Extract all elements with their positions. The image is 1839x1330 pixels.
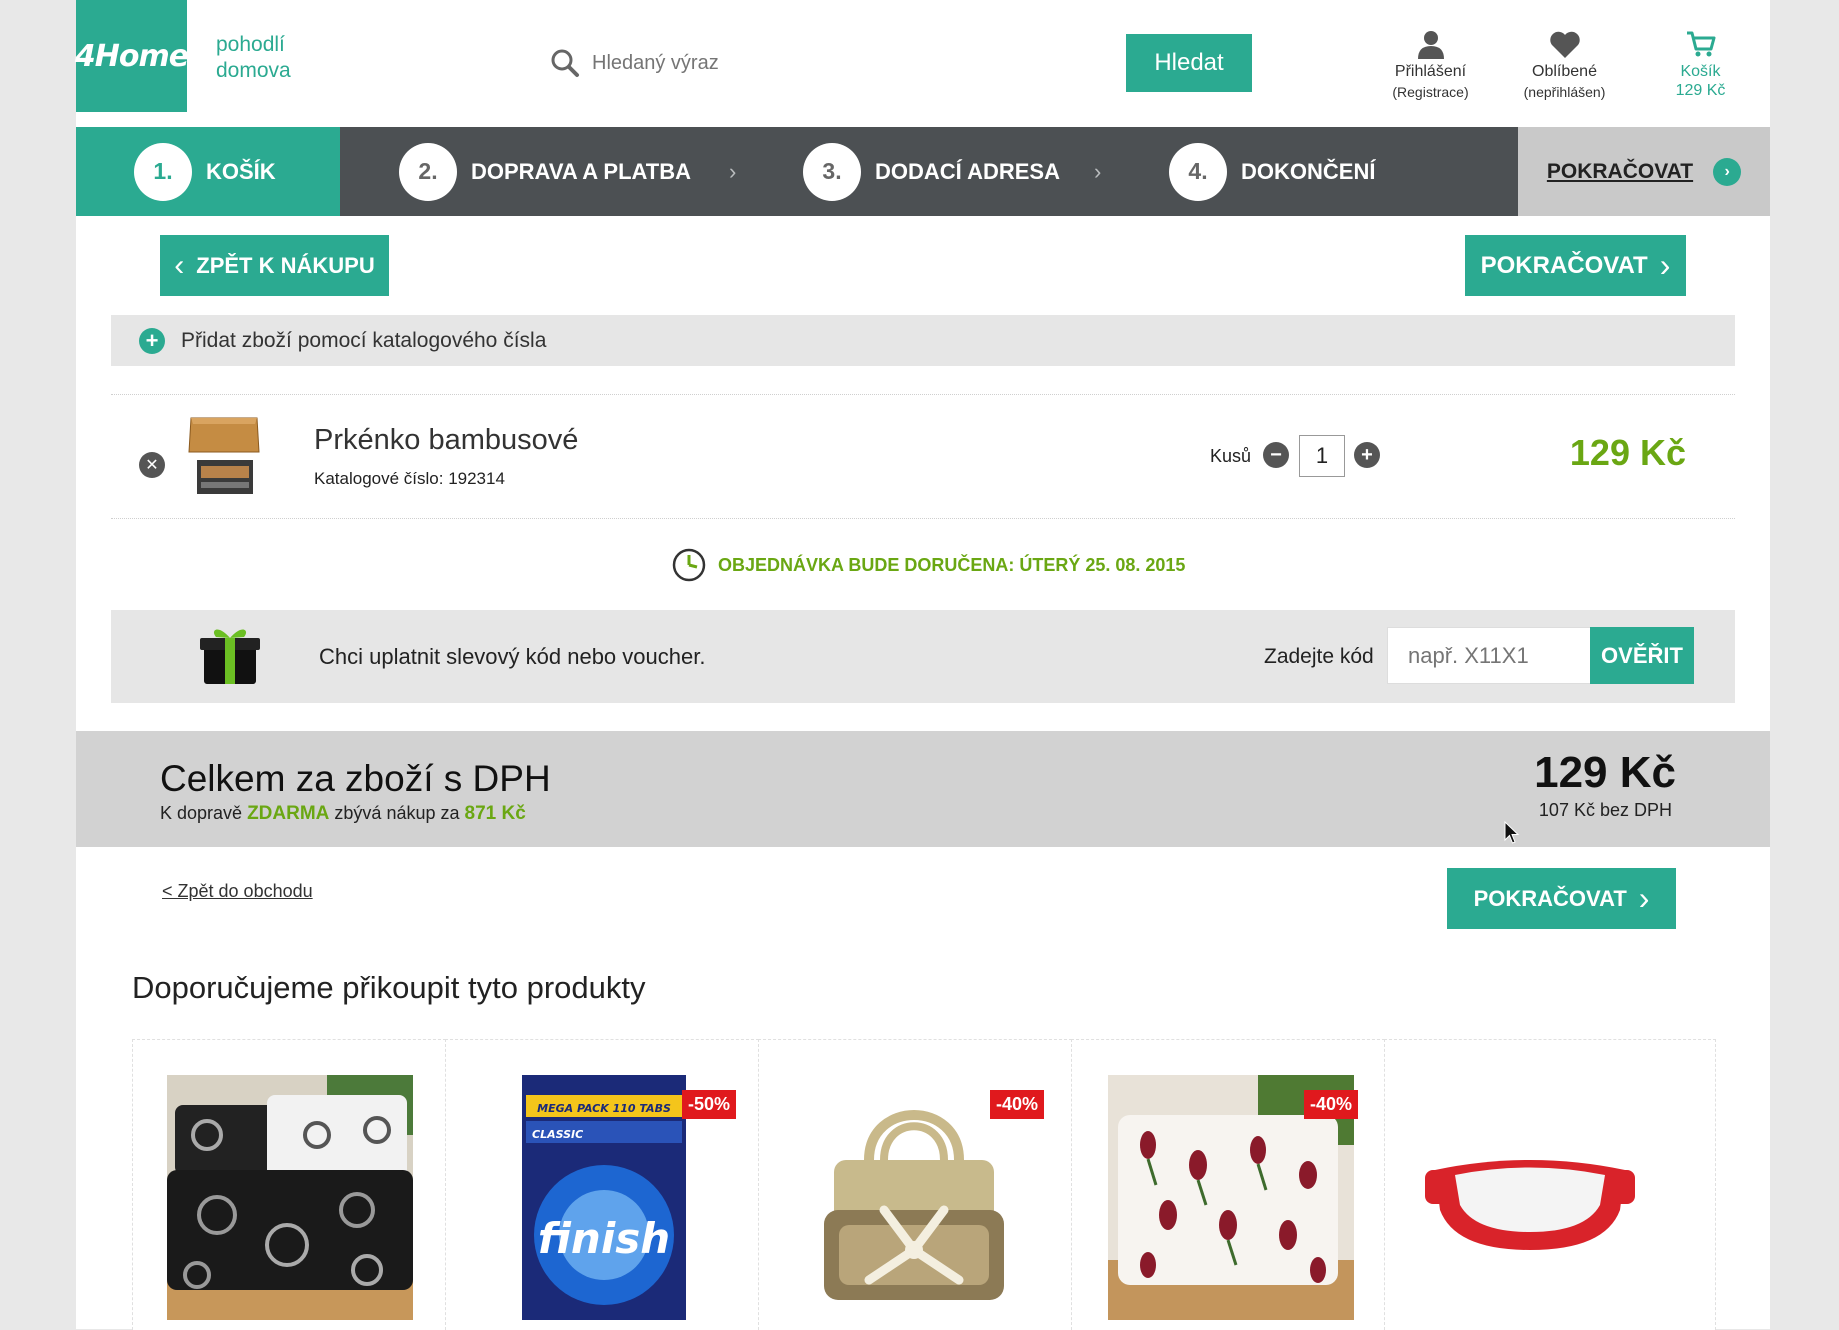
checkout-steps: 1. KOŠÍK 2. DOPRAVA A PLATBA › 3. DODACÍ… — [76, 127, 1770, 216]
pack-text: MEGA PACK 110 TABS — [537, 1102, 671, 1115]
step-label: DOKONČENÍ — [1241, 158, 1376, 184]
search-button[interactable]: Hledat — [1126, 34, 1252, 92]
cart-total: 129 Kč — [1675, 82, 1726, 99]
gift-icon — [200, 624, 260, 691]
step-number: 4. — [1169, 142, 1227, 201]
free-shipping-info: K dopravě ZDARMA zbývá nákup za 871 Kč — [160, 803, 526, 825]
chevron-right-icon: › — [729, 158, 737, 184]
shipping-remaining: 871 Kč — [464, 803, 526, 824]
cosmetic-bag-set-image — [814, 1080, 1014, 1320]
steps-continue-button[interactable]: POKRAČOVAT › — [1518, 127, 1770, 216]
login-box[interactable]: Přihlášení (Registrace) — [1364, 15, 1497, 112]
total-amount: 129 Kč — [1534, 748, 1676, 797]
add-by-catalog-bar[interactable]: + Přidat zboží pomocí katalogového čísla — [111, 315, 1735, 366]
shipping-middle: zbývá nákup za — [334, 803, 460, 823]
tagline: pohodlí domova — [216, 32, 291, 84]
login-label: Přihlášení — [1394, 63, 1467, 80]
favorites-status: (nepřihlášen) — [1523, 84, 1606, 100]
product-card[interactable]: -40% — [758, 1039, 1072, 1330]
cart-icon — [1686, 31, 1715, 57]
discount-badge: -50% — [682, 1090, 737, 1119]
chevron-right-icon: › — [1659, 247, 1671, 283]
delivery-date-text: OBJEDNÁVKA BUDE DORUČENA: ÚTERÝ 25. 08. … — [718, 554, 1186, 575]
product-thumbnail-bamboo-board[interactable] — [187, 412, 263, 500]
quantity-increase-button[interactable]: + — [1354, 442, 1380, 468]
step-number: 1. — [134, 142, 192, 201]
back-to-shopping-button[interactable]: ‹ ZPĚT K NÁKUPU — [160, 235, 389, 296]
step-cart[interactable]: 1. KOŠÍK — [134, 127, 276, 216]
step-label: DOPRAVA A PLATBA — [471, 158, 691, 184]
voucher-code-input[interactable] — [1406, 641, 1580, 670]
step-number: 3. — [803, 142, 861, 201]
continue-button-top[interactable]: POKRAČOVAT › — [1465, 235, 1686, 296]
step-label: KOŠÍK — [206, 158, 276, 184]
voucher-code-label: Zadejte kód — [1264, 645, 1374, 668]
logo-text: 4Home — [74, 38, 189, 74]
voucher-code-field[interactable] — [1387, 627, 1591, 684]
remove-item-icon[interactable]: ✕ — [139, 452, 165, 478]
continue-label: POKRAČOVAT — [1480, 251, 1648, 279]
shipping-prefix: K dopravě — [160, 803, 243, 823]
divider — [111, 518, 1735, 519]
step-delivery-address[interactable]: 3. DODACÍ ADRESA — [803, 127, 1060, 216]
product-card[interactable] — [132, 1039, 446, 1330]
continue-label: POKRAČOVAT — [1473, 885, 1627, 911]
quantity-label: Kusů — [1210, 446, 1252, 466]
voucher-text: Chci uplatnit slevový kód nebo voucher. — [319, 644, 706, 669]
cart-item-price: 129 Kč — [1569, 432, 1686, 473]
recommend-title: Doporučujeme přikoupit tyto produkty — [132, 970, 646, 1005]
baking-dish-image — [1425, 1160, 1635, 1250]
product-card[interactable] — [1384, 1039, 1716, 1330]
step-number: 2. — [399, 142, 457, 201]
continue-button-bottom[interactable]: POKRAČOVAT › — [1447, 868, 1676, 929]
search-icon — [551, 49, 579, 77]
favorites-label: Oblíbené — [1532, 63, 1597, 80]
total-amount-no-vat: 107 Kč bez DPH — [1538, 800, 1672, 820]
site-logo[interactable]: 4Home — [74, 0, 189, 112]
cart-item-name[interactable]: Prkénko bambusové — [314, 424, 578, 457]
product-card[interactable]: -40% — [1071, 1039, 1385, 1330]
chevron-right-icon: › — [1094, 158, 1102, 184]
continue-label: POKRAČOVAT — [1546, 159, 1694, 183]
delivery-info: OBJEDNÁVKA BUDE DORUČENA: ÚTERÝ 25. 08. … — [672, 548, 1185, 582]
add-by-catalog-label: Přidat zboží pomocí katalogového čísla — [181, 328, 547, 352]
shipping-free: ZDARMA — [247, 803, 330, 824]
chevron-right-icon: › — [1638, 880, 1650, 916]
verify-voucher-button[interactable]: OVĚŘIT — [1590, 627, 1694, 684]
cart-label: Košík — [1680, 63, 1721, 80]
finish-brand-text: finish — [538, 1214, 670, 1263]
step-label: DODACÍ ADRESA — [875, 158, 1060, 184]
tagline-line2: domova — [216, 59, 291, 82]
tagline-line1: pohodlí — [216, 33, 285, 56]
quantity-input[interactable]: 1 — [1299, 435, 1345, 477]
register-link[interactable]: (Registrace) — [1392, 84, 1468, 100]
arrow-right-icon: › — [1713, 157, 1742, 186]
total-title: Celkem za zboží s DPH — [160, 758, 551, 799]
divider — [111, 394, 1735, 395]
step-shipping-payment[interactable]: 2. DOPRAVA A PLATBA — [399, 127, 691, 216]
back-label: ZPĚT K NÁKUPU — [196, 252, 375, 278]
favorites-box[interactable]: Oblíbené (nepřihlášen) — [1498, 15, 1631, 112]
product-card[interactable]: finish MEGA PACK 110 TABS CLASSIC -50% — [445, 1039, 759, 1330]
mouse-cursor-icon — [1504, 821, 1520, 844]
cart-item-catalog-number: Katalogové číslo: 192314 — [314, 469, 505, 488]
bedding-circles-image — [167, 1075, 413, 1320]
clock-icon — [672, 548, 706, 582]
cart-box[interactable]: Košík 129 Kč — [1632, 15, 1769, 112]
quantity-decrease-button[interactable]: − — [1263, 442, 1289, 468]
user-icon — [1417, 31, 1444, 59]
cutting-board-icon — [188, 417, 260, 494]
search-box — [538, 34, 1126, 92]
search-input[interactable] — [590, 50, 1114, 76]
heart-icon — [1549, 31, 1580, 58]
discount-badge: -40% — [1304, 1090, 1359, 1119]
step-finish[interactable]: 4. DOKONČENÍ — [1169, 127, 1375, 216]
finish-dishwasher-tabs-image: finish MEGA PACK 110 TABS CLASSIC — [522, 1075, 686, 1320]
back-to-shop-link[interactable]: < Zpět do obchodu — [162, 881, 313, 902]
pack-sub-text: CLASSIC — [532, 1128, 583, 1141]
plus-circle-icon: + — [139, 327, 165, 354]
chevron-left-icon: ‹ — [174, 248, 185, 282]
discount-badge: -40% — [990, 1090, 1045, 1119]
